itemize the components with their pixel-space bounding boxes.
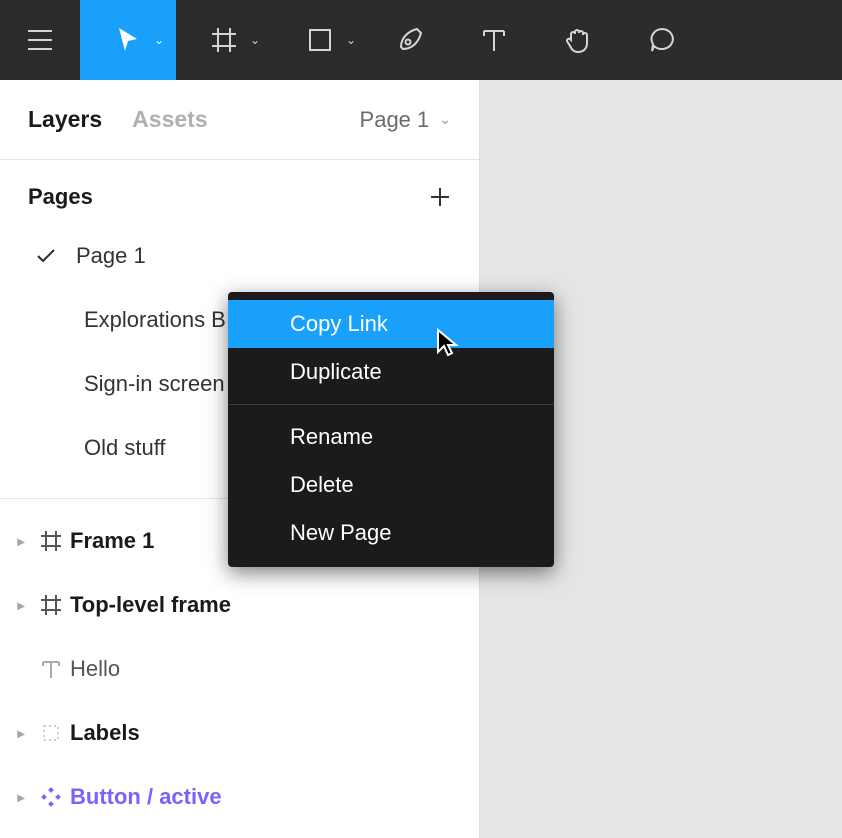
layer-label: Hello bbox=[70, 656, 120, 682]
context-menu-copy-link[interactable]: Copy Link bbox=[228, 300, 554, 348]
layer-label: Frame 1 bbox=[70, 528, 154, 554]
layer-item-frame[interactable]: ▸ Top-level frame bbox=[0, 573, 479, 637]
move-tool-button[interactable]: ⌄ bbox=[80, 0, 176, 80]
page-selector[interactable]: Page 1 ⌄ bbox=[360, 107, 451, 133]
disclosure-triangle-icon[interactable]: ▸ bbox=[10, 789, 32, 806]
disclosure-triangle-icon[interactable]: ▸ bbox=[10, 597, 32, 614]
page-label: Old stuff bbox=[84, 435, 166, 461]
hand-icon bbox=[563, 25, 593, 55]
chevron-down-icon: ⌄ bbox=[346, 34, 356, 46]
top-toolbar: ⌄ ⌄ ⌄ bbox=[0, 0, 842, 80]
move-cursor-icon bbox=[115, 25, 141, 55]
context-menu-delete[interactable]: Delete bbox=[228, 461, 554, 509]
assets-tab[interactable]: Assets bbox=[132, 106, 207, 133]
panel-tabs-row: Layers Assets Page 1 ⌄ bbox=[0, 80, 479, 160]
text-icon bbox=[32, 658, 70, 680]
layer-item-group[interactable]: ▸ Labels bbox=[0, 701, 479, 765]
chevron-down-icon: ⌄ bbox=[439, 111, 451, 128]
layer-label: Labels bbox=[70, 720, 140, 746]
comment-tool-button[interactable] bbox=[620, 0, 704, 80]
plus-icon bbox=[429, 186, 451, 208]
pages-header: Pages bbox=[0, 160, 479, 224]
text-tool-button[interactable] bbox=[452, 0, 536, 80]
chevron-down-icon: ⌄ bbox=[154, 34, 164, 46]
comment-icon bbox=[647, 25, 677, 55]
current-page-label: Page 1 bbox=[360, 107, 430, 133]
layer-label: Button / active bbox=[70, 784, 222, 810]
context-menu-divider bbox=[228, 404, 554, 405]
group-icon bbox=[32, 722, 70, 744]
disclosure-triangle-icon[interactable]: ▸ bbox=[10, 725, 32, 742]
frame-icon bbox=[210, 26, 238, 54]
chevron-down-icon: ⌄ bbox=[250, 34, 260, 46]
pages-title: Pages bbox=[28, 184, 93, 210]
check-icon bbox=[36, 248, 76, 264]
frame-icon bbox=[32, 530, 70, 552]
context-menu-new-page[interactable]: New Page bbox=[228, 509, 554, 557]
component-icon bbox=[32, 786, 70, 808]
rectangle-icon bbox=[307, 27, 333, 53]
text-icon bbox=[481, 26, 507, 54]
layer-label: Top-level frame bbox=[70, 592, 231, 618]
main-area: Layers Assets Page 1 ⌄ Pages Page 1 bbox=[0, 80, 842, 838]
layer-item-component[interactable]: ▸ Button / active bbox=[0, 765, 479, 829]
page-label: Explorations B bbox=[84, 307, 226, 333]
layers-tab[interactable]: Layers bbox=[28, 106, 102, 133]
context-menu-duplicate[interactable]: Duplicate bbox=[228, 348, 554, 396]
shape-tool-button[interactable]: ⌄ bbox=[272, 0, 368, 80]
pen-tool-button[interactable] bbox=[368, 0, 452, 80]
page-context-menu: Copy Link Duplicate Rename Delete New Pa… bbox=[228, 292, 554, 567]
main-menu-button[interactable] bbox=[0, 0, 80, 80]
page-label: Page 1 bbox=[76, 243, 146, 269]
hand-tool-button[interactable] bbox=[536, 0, 620, 80]
layer-item-text[interactable]: Hello bbox=[0, 637, 479, 701]
frame-icon bbox=[32, 594, 70, 616]
page-item[interactable]: Page 1 bbox=[0, 224, 479, 288]
page-label: Sign-in screen bbox=[84, 371, 225, 397]
hamburger-icon bbox=[26, 29, 54, 51]
pen-icon bbox=[395, 25, 425, 55]
add-page-button[interactable] bbox=[429, 186, 451, 208]
disclosure-triangle-icon[interactable]: ▸ bbox=[10, 533, 32, 550]
frame-tool-button[interactable]: ⌄ bbox=[176, 0, 272, 80]
context-menu-rename[interactable]: Rename bbox=[228, 413, 554, 461]
